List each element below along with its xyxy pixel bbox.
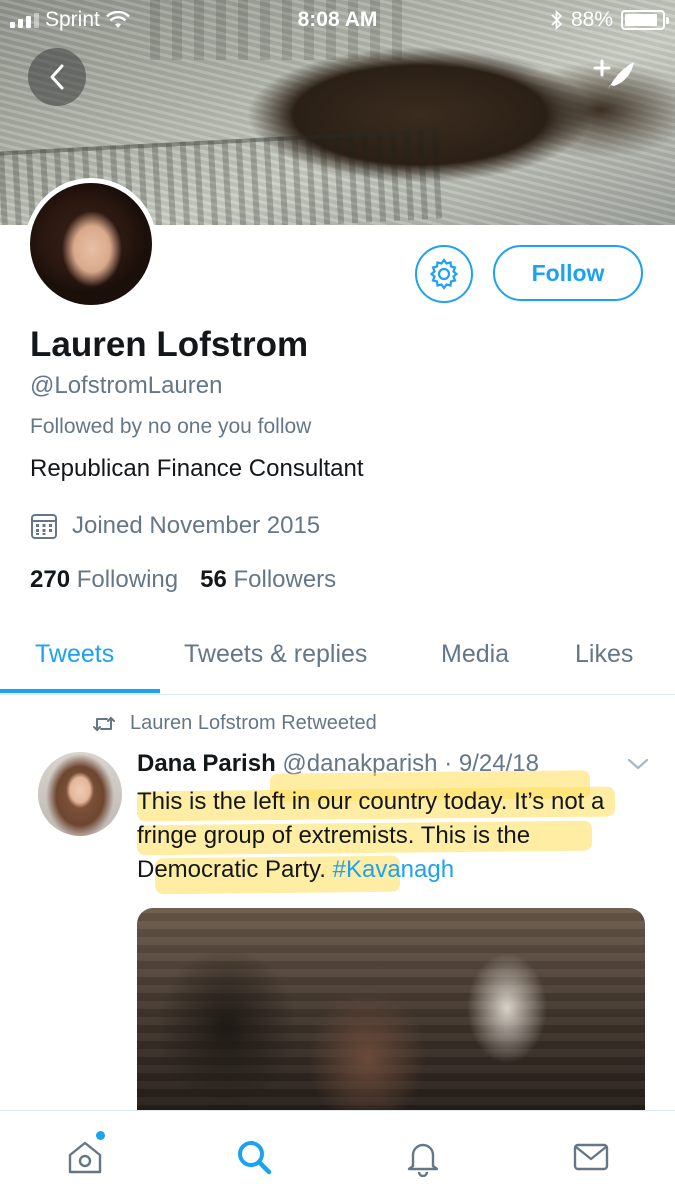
chevron-down-icon	[627, 758, 649, 770]
back-button[interactable]	[28, 48, 86, 106]
nav-home[interactable]	[63, 1131, 107, 1179]
bio: Republican Finance Consultant	[30, 455, 364, 482]
tab-media[interactable]: Media	[441, 640, 509, 669]
compose-tweet-button[interactable]	[592, 56, 638, 98]
chevron-left-icon	[50, 64, 64, 90]
tweet-hashtag[interactable]: #Kavanagh	[333, 856, 454, 883]
retweet-context-label: Lauren Lofstrom Retweeted	[130, 712, 377, 734]
profile-tabs: Tweets Tweets & replies Media Likes	[0, 620, 675, 695]
followers-count: 56	[200, 566, 227, 593]
tweet-media-video[interactable]	[137, 908, 645, 1113]
search-icon	[238, 1141, 272, 1175]
bluetooth-icon	[551, 10, 563, 30]
followed-by-text: Followed by no one you follow	[30, 415, 312, 438]
followers-label: Followers	[233, 566, 337, 593]
following-label: Following	[76, 566, 179, 593]
status-bar: Sprint 8:08 AM 88%	[0, 0, 675, 40]
avatar	[30, 183, 152, 305]
notification-dot	[96, 1131, 105, 1140]
following-stat[interactable]: 270 Following	[30, 566, 178, 594]
mail-icon	[573, 1143, 609, 1171]
followers-stat[interactable]: 56 Followers	[200, 566, 336, 594]
bell-icon	[407, 1143, 439, 1177]
calendar-icon	[31, 514, 57, 539]
nav-notifications[interactable]	[401, 1135, 445, 1179]
nav-messages[interactable]	[569, 1135, 613, 1179]
battery-fill	[625, 14, 657, 26]
gear-icon	[429, 258, 459, 290]
compose-tweet-icon	[593, 59, 634, 94]
joined-label: Joined November 2015	[72, 512, 321, 539]
tweet-author-name[interactable]: Dana Parish	[137, 750, 276, 777]
profile-stats: 270 Following 56 Followers	[30, 566, 336, 594]
follow-button[interactable]: Follow	[493, 245, 643, 301]
following-count: 270	[30, 566, 71, 593]
tweet-menu-button[interactable]	[626, 756, 650, 777]
retweet-context: Lauren Lofstrom Retweeted	[92, 712, 377, 735]
profile-avatar-frame[interactable]	[25, 178, 157, 310]
bottom-nav	[0, 1110, 675, 1200]
home-icon	[68, 1141, 102, 1174]
tab-likes[interactable]: Likes	[575, 640, 633, 669]
display-name: Lauren Lofstrom	[30, 325, 309, 364]
tweet-text: This is the left in our country today. I…	[137, 785, 637, 887]
status-right: 88%	[551, 8, 669, 32]
retweet-icon	[93, 716, 115, 731]
tab-tweets-and-replies[interactable]: Tweets & replies	[184, 640, 367, 669]
user-handle: @LofstromLauren	[30, 372, 223, 399]
tab-tweets[interactable]: Tweets	[35, 640, 114, 669]
active-tab-indicator	[0, 689, 160, 693]
tweet-author-avatar[interactable]	[38, 752, 122, 836]
settings-button[interactable]	[415, 245, 473, 303]
nav-search[interactable]	[232, 1135, 276, 1179]
joined-date: Joined November 2015	[30, 512, 320, 540]
battery-icon	[621, 10, 669, 30]
battery-percent: 88%	[570, 8, 613, 31]
